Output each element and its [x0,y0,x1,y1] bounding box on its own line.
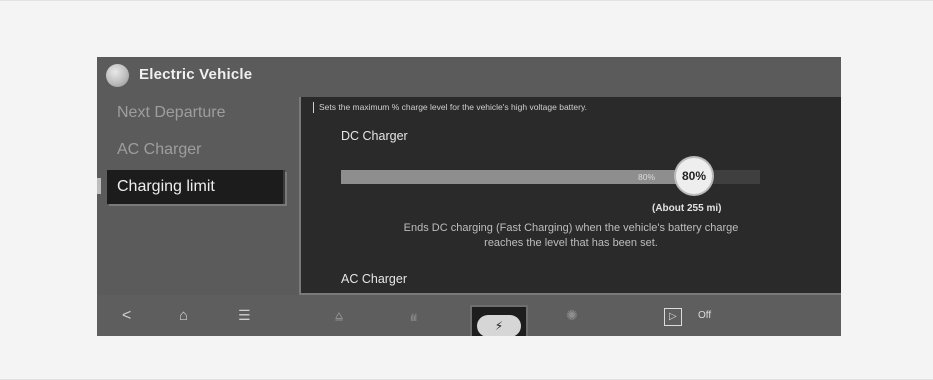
media-status: Off [698,310,712,321]
back-icon[interactable]: < [122,308,131,324]
menu-icon[interactable]: ☰ [238,308,251,323]
media-play-button[interactable]: ▷ [664,308,682,326]
sidebar-item-charging-limit[interactable]: Charging limit [107,170,285,204]
infotainment-screen: Electric Vehicle Next Departure AC Charg… [97,57,841,336]
eco-icon[interactable]: ⩠ [335,308,343,323]
dc-help-line-2: reaches the level that has been set. [484,237,658,249]
settings-gear-icon[interactable]: ✺ [566,308,578,323]
charging-limit-panel: Sets the maximum % charge level for the … [299,97,841,295]
media-play-icon: ▷ [669,311,677,322]
dc-slider-knob[interactable]: 80% [676,158,712,194]
ac-charger-title: AC Charger [341,272,407,286]
page-frame: Electric Vehicle Next Departure AC Charg… [0,0,933,380]
app-header: Electric Vehicle [97,57,841,97]
home-icon[interactable]: ⌂ [179,308,188,323]
sidebar-item-next-departure[interactable]: Next Departure [107,96,285,130]
selection-marker [97,178,101,194]
energy-chart-icon[interactable]: ılıl [410,311,417,326]
app-title: Electric Vehicle [139,66,253,83]
dc-slider-inline-value: 80% [638,172,656,182]
dc-charger-title: DC Charger [341,129,408,143]
dc-help-text: Ends DC charging (Fast Charging) when th… [321,221,821,251]
dc-help-line-1: Ends DC charging (Fast Charging) when th… [403,222,739,234]
bottom-nav-bar: < ⌂ ☰ ⩠ ılıl ✺ [97,295,841,336]
dc-range-estimate: (About 255 mi) [652,203,722,214]
dc-charge-slider[interactable]: 80% 80% [341,158,760,194]
ev-globe-icon [106,64,129,87]
ev-charging-icon: ⚡ [477,315,521,336]
panel-description: Sets the maximum % charge level for the … [313,102,587,113]
ev-charging-tab[interactable]: ⚡ [470,305,528,336]
sidebar-item-ac-charger[interactable]: AC Charger [107,133,285,167]
dc-slider-fill [341,170,676,184]
